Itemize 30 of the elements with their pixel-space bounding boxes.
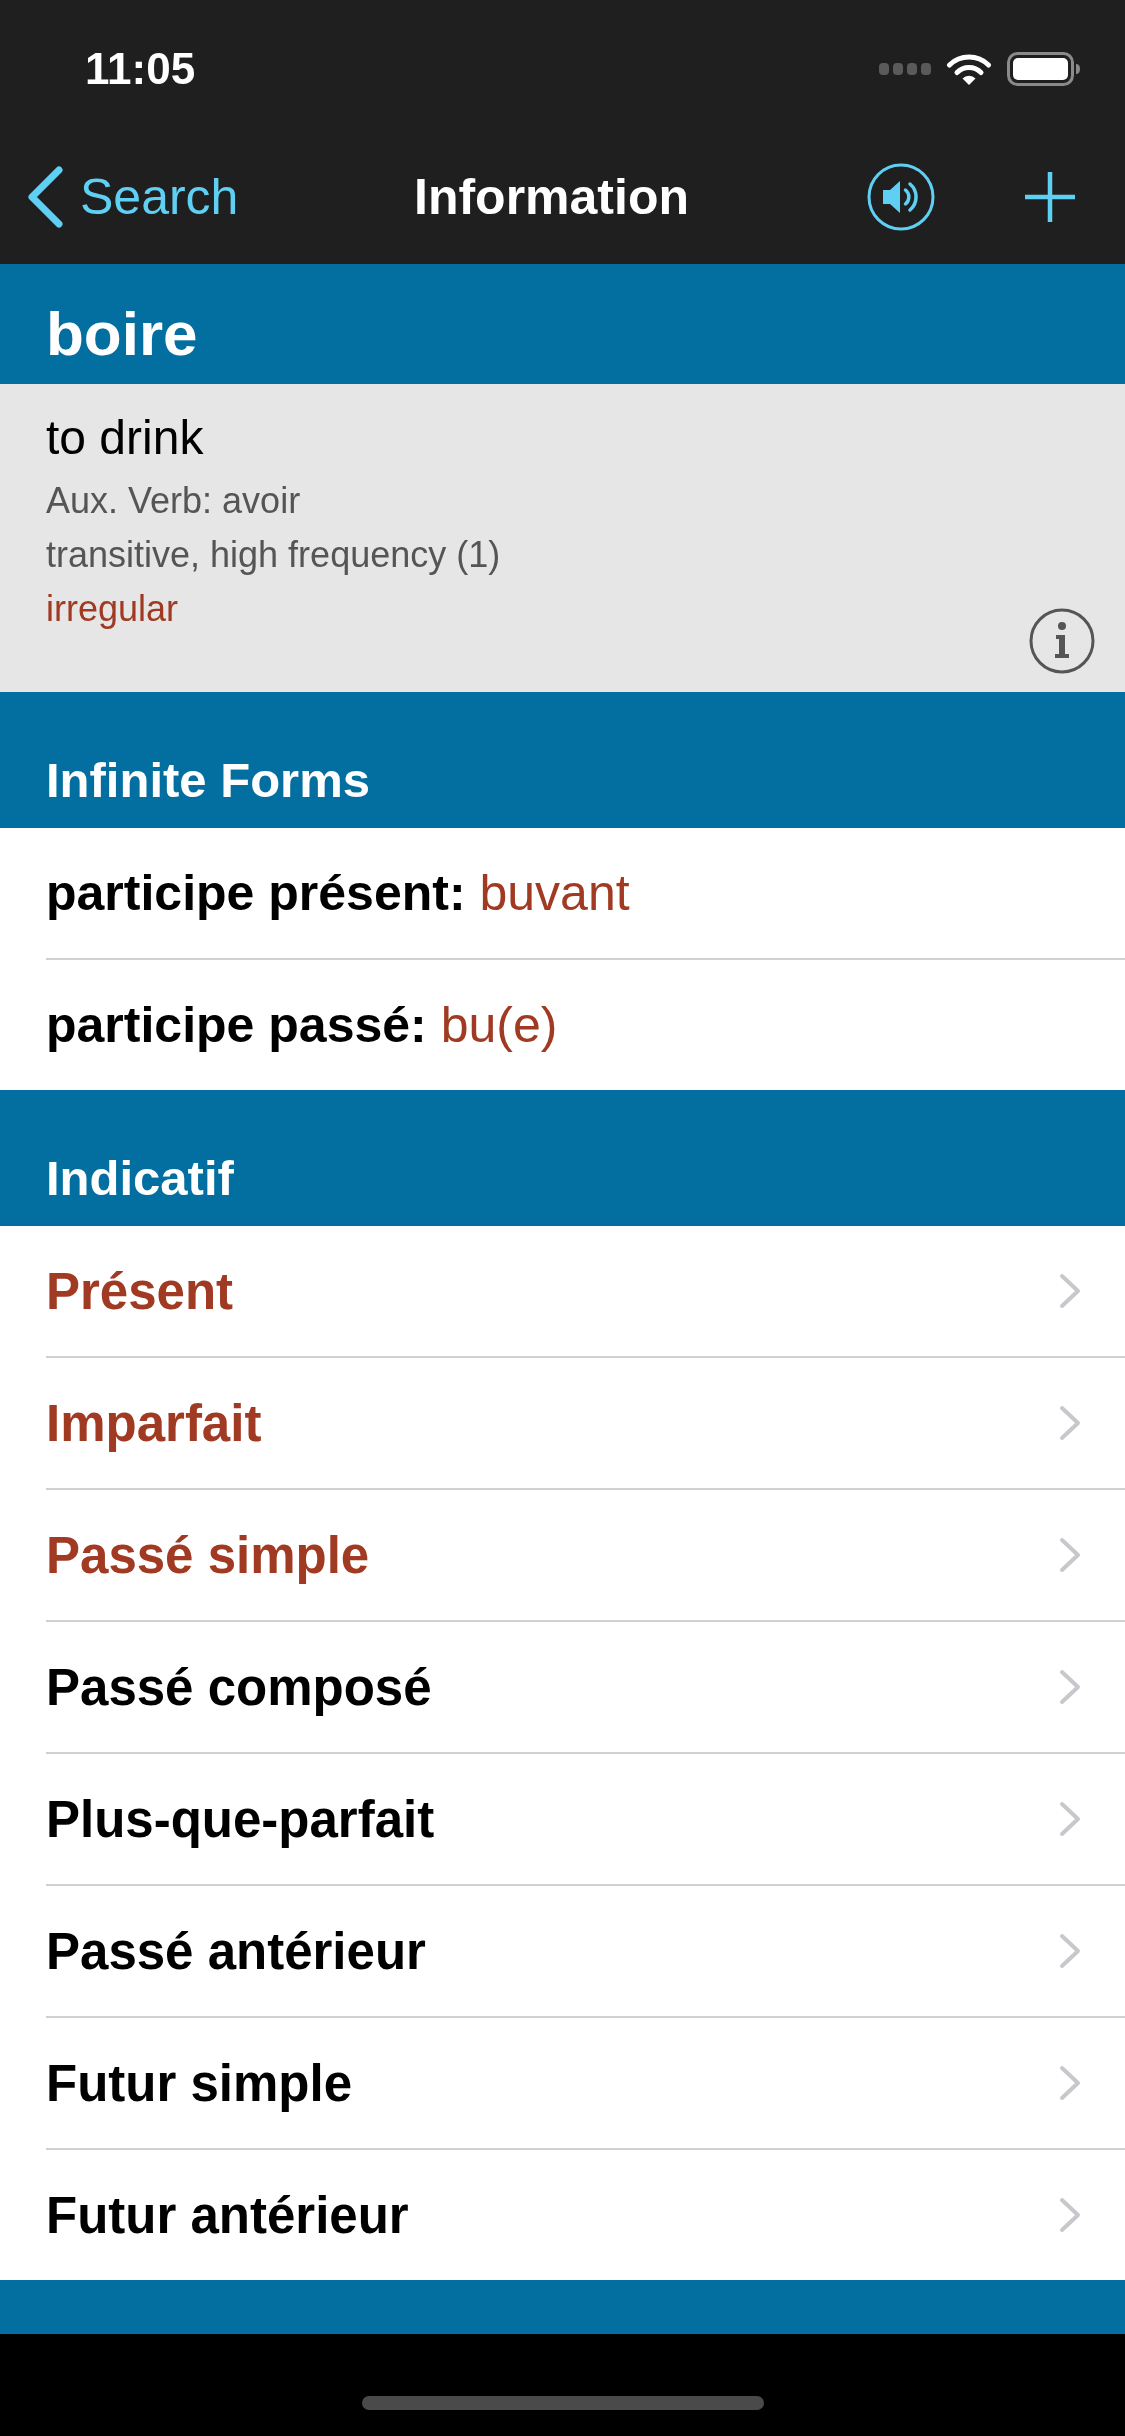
section-header: Infinite Forms (0, 692, 1125, 828)
chevron-right-icon (1059, 1537, 1081, 1573)
back-button[interactable]: Search (26, 165, 239, 229)
form-text: participe présent: buvant (46, 864, 630, 922)
chevron-right-icon (1059, 1273, 1081, 1309)
entry-detail: transitive, high frequency (1) (46, 533, 501, 577)
entry-detail: Aux. Verb: avoir (46, 479, 301, 523)
chevron-right-icon (1059, 1933, 1081, 1969)
nav-title: Information (414, 168, 689, 226)
chevron-right-icon (1059, 1801, 1081, 1837)
wifi-icon (946, 52, 992, 86)
chevron-right-icon (1059, 1669, 1081, 1705)
battery-icon (1007, 52, 1081, 86)
info-button[interactable] (1029, 608, 1095, 674)
word-header: boire (0, 264, 1125, 384)
chevron-right-icon (1059, 2065, 1081, 2101)
chevron-right-icon (1059, 1405, 1081, 1441)
translation-text: to drink (46, 410, 204, 466)
signal-icon (879, 63, 931, 75)
status-time: 11:05 (85, 44, 196, 94)
add-button[interactable] (1023, 170, 1077, 224)
entry-detail: irregular (46, 587, 179, 631)
chevron-right-icon (1059, 2197, 1081, 2233)
speaker-icon (867, 163, 935, 231)
plus-icon (1023, 170, 1077, 224)
section-header: Indicatif (0, 1090, 1125, 1226)
info-icon (1029, 608, 1095, 674)
chevron-left-icon (26, 165, 64, 229)
form-text: participe passé: bu(e) (46, 996, 558, 1054)
speaker-button[interactable] (867, 163, 935, 231)
